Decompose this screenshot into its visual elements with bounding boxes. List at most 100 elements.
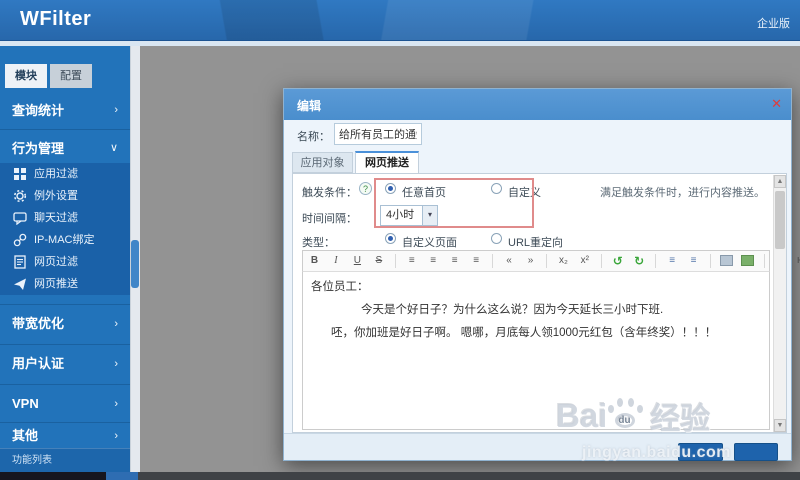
toolbar-separator [395, 254, 396, 268]
italic-button[interactable]: I [327, 253, 344, 269]
panel-scrollbar-track[interactable]: ▲ ▼ [773, 175, 786, 432]
insert-image-icon[interactable] [741, 255, 754, 266]
toolbar-separator [710, 254, 711, 268]
indent-icon[interactable]: » [522, 253, 539, 269]
underline-button[interactable]: U [349, 253, 366, 269]
sidebar-item-ip-mac-binding[interactable]: IP-MAC绑定 [0, 229, 130, 251]
section-label: 用户认证 [12, 356, 64, 371]
sidebar-tab-modules[interactable]: 模块 [5, 64, 47, 88]
help-icon[interactable]: ? [359, 182, 372, 195]
editor-line: 呸，你加班是好日子啊。 嗯哪，月底每人领1000元红包（含年终奖）！！！ [331, 324, 716, 340]
sidebar-section-query-stats[interactable]: 查询统计 › [0, 92, 130, 129]
interval-select[interactable]: 4小时 ▾ [380, 205, 438, 226]
edit-dialog: 编辑 ✕ 名称： 应用对象 网页推送 触发条件： ? 任意首页 自定义 满足触发… [283, 88, 792, 461]
interval-value: 4小时 [386, 209, 414, 221]
dialog-titlebar: 编辑 ✕ [284, 89, 791, 120]
sidebar-section-other[interactable]: 其他 › [0, 422, 130, 448]
radio-url-redirect-label: URL重定向 [508, 234, 563, 250]
sidebar-item-label: 网页过滤 [34, 256, 78, 268]
horizontal-rule-icon[interactable] [720, 255, 733, 266]
panel-scrollbar-thumb[interactable] [775, 191, 785, 249]
strikethrough-button[interactable]: S [370, 253, 387, 269]
radio-custom-trigger[interactable] [491, 183, 502, 194]
toolbar-separator [764, 254, 765, 268]
superscript-button[interactable]: x² [576, 253, 593, 269]
bottom-edge-left [0, 472, 106, 480]
dropdown-arrow-icon: ▾ [422, 206, 437, 225]
bold-button[interactable]: B [306, 253, 323, 269]
outdent-icon[interactable]: « [501, 253, 518, 269]
chevron-right-icon: › [114, 305, 118, 343]
sidebar-item-web-filter[interactable]: 网页过滤 [0, 251, 130, 273]
toolbar-separator [655, 254, 656, 268]
bottom-edge-scroll-thumb[interactable] [106, 472, 138, 480]
sidebar-section-bandwidth[interactable]: 带宽优化 › [0, 304, 130, 342]
editor-line: 各位员工： [311, 278, 369, 294]
link-icon [13, 233, 27, 247]
trigger-hint-text: 满足触发条件时，进行内容推送。 [600, 184, 765, 200]
sidebar-section-vpn[interactable]: VPN › [0, 384, 130, 422]
section-label: 行为管理 [12, 141, 64, 156]
cancel-button[interactable] [734, 443, 778, 461]
sidebar-item-web-push[interactable]: 网页推送 [0, 273, 130, 295]
sidebar-section-behavior[interactable]: 行为管理 ∨ [0, 129, 130, 163]
sidebar-item-chat-filter[interactable]: 聊天过滤 [0, 207, 130, 229]
chevron-down-icon: ∨ [110, 130, 118, 167]
sidebar-item-label: IP-MAC绑定 [34, 234, 95, 246]
chevron-right-icon: › [114, 385, 118, 423]
scroll-down-icon[interactable]: ▼ [774, 419, 786, 432]
scroll-up-icon[interactable]: ▲ [774, 175, 786, 188]
sidebar-footer-function-list: 功能列表 [0, 448, 130, 472]
trigger-condition-label: 触发条件： [302, 184, 357, 200]
grid-icon [13, 167, 27, 181]
close-icon[interactable]: ✕ [771, 96, 782, 112]
chevron-right-icon: › [114, 92, 118, 129]
unordered-list-icon[interactable]: ≡ [685, 253, 702, 269]
name-label: 名称： [297, 128, 330, 144]
interval-label: 时间间隔： [302, 210, 357, 226]
tab-web-push[interactable]: 网页推送 [355, 151, 419, 173]
send-icon [13, 277, 27, 291]
sidebar-item-label: 网页推送 [34, 278, 78, 290]
sidebar-item-label: 例外设置 [34, 190, 78, 202]
chat-icon [13, 211, 27, 225]
sidebar-item-label: 应用过滤 [34, 168, 78, 180]
subscript-button[interactable]: x₂ [555, 253, 572, 269]
align-center-icon[interactable]: ≡ [425, 253, 442, 269]
editor-line: 今天是个好日子？为什么这么说？因为今天延长三小时下班. [361, 301, 663, 317]
tab-apply-objects[interactable]: 应用对象 [292, 152, 353, 173]
product-logo: WFilter [20, 8, 91, 31]
name-input[interactable] [334, 123, 422, 145]
align-justify-icon[interactable]: ≡ [468, 253, 485, 269]
radio-url-redirect[interactable] [491, 233, 502, 244]
sidebar-tab-config[interactable]: 配置 [50, 64, 92, 88]
editor-toolbar: B I U S ≡ ≡ ≡ ≡ « » x₂ x² ↺ ↻ ≡ ≡ [302, 250, 770, 272]
sidebar-item-exception-settings[interactable]: 例外设置 [0, 185, 130, 207]
redo-icon[interactable]: ↻ [631, 253, 648, 269]
edition-badge: 企业版 [757, 15, 790, 31]
radio-any-homepage[interactable] [385, 183, 396, 194]
sidebar-section-user-auth[interactable]: 用户认证 › [0, 344, 130, 382]
radio-custom-page-label: 自定义页面 [402, 234, 457, 250]
type-label: 类型： [302, 234, 335, 250]
ordered-list-icon[interactable]: ≡ [664, 253, 681, 269]
confirm-button[interactable] [678, 443, 723, 461]
top-header-bar: WFilter 企业版 [0, 0, 800, 41]
section-label: 查询统计 [12, 103, 64, 118]
toolbar-separator [492, 254, 493, 268]
align-left-icon[interactable]: ≡ [403, 253, 420, 269]
toolbar-separator [601, 254, 602, 268]
section-label: VPN [12, 396, 39, 411]
sidebar-item-app-filter[interactable]: 应用过滤 [0, 163, 130, 185]
radio-custom-page[interactable] [385, 233, 396, 244]
editor-content-area[interactable]: 各位员工： 今天是个好日子？为什么这么说？因为今天延长三小时下班. 呸，你加班是… [302, 272, 770, 430]
section-label: 带宽优化 [12, 316, 64, 331]
undo-icon[interactable]: ↺ [609, 253, 626, 269]
align-right-icon[interactable]: ≡ [446, 253, 463, 269]
sidebar: 模块 配置 查询统计 › 行为管理 ∨ 应用过滤 例外设置 聊天 [0, 46, 130, 472]
chevron-right-icon: › [114, 345, 118, 383]
sidebar-scrollbar-thumb[interactable] [131, 240, 139, 288]
heading2-button[interactable]: H2 [794, 253, 800, 269]
wfilter-app: WFilter 企业版 模块 配置 查询统计 › 行为管理 ∨ 应用过滤 例外设… [0, 0, 800, 480]
gear-icon [13, 189, 27, 203]
